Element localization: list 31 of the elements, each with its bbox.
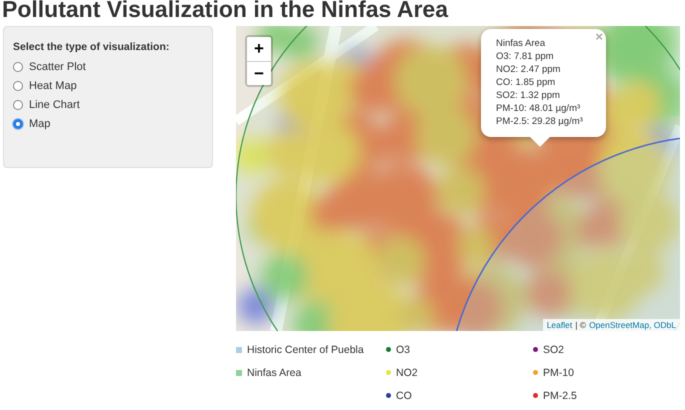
radio-label[interactable]: Heat Map xyxy=(29,80,77,92)
legend-label: Ninfas Area xyxy=(247,366,302,378)
popup-line: PM-2.5: 29.28 µg/m³ xyxy=(496,115,584,128)
radio-label[interactable]: Map xyxy=(29,118,50,130)
radio-button[interactable] xyxy=(13,62,23,72)
zoom-in-button[interactable]: + xyxy=(247,37,271,61)
page-title: Pollutant Visualization in the Ninfas Area xyxy=(1,0,450,24)
map-view[interactable]: + − × Ninfas Area O3: 7.81 ppm NO2: 2.47 ppm CO: 1.85 ppm SO2: 1.32 ppm PM-10: 48.01 µg/m³ PM-2.5: 29.28 µg/m³ Leaflet | © OpenStreetMap, ODbL xyxy=(236,26,680,331)
legend-label: Historic Center of Puebla xyxy=(247,344,364,356)
attribution-link[interactable]: Leaflet xyxy=(546,320,572,330)
radio-button[interactable] xyxy=(13,80,23,90)
legend-label: SO2 xyxy=(543,344,564,356)
radio-group-label: Select the type of visualization: xyxy=(13,41,170,53)
popup-line: O3: 7.81 ppm xyxy=(496,50,555,63)
popup-line: SO2: 1.32 ppm xyxy=(496,89,561,102)
popup-line: CO: 1.85 ppm xyxy=(496,76,556,89)
radio-button[interactable] xyxy=(13,100,23,110)
popup-line: NO2: 2.47 ppm xyxy=(496,63,562,76)
legend-label: NO2 xyxy=(396,366,418,378)
popup-title: Ninfas Area xyxy=(496,37,546,50)
legend-label: PM-2.5 xyxy=(543,390,577,402)
legend-label: CO xyxy=(396,390,412,402)
legend-label: PM-10 xyxy=(543,366,574,378)
radio-label[interactable]: Scatter Plot xyxy=(29,60,86,72)
legend-label: O3 xyxy=(396,344,410,356)
radio-button[interactable] xyxy=(13,118,23,128)
attribution-text: | © xyxy=(575,320,586,330)
zoom-out-button[interactable]: − xyxy=(247,61,271,85)
popup-line: PM-10: 48.01 µg/m³ xyxy=(496,102,582,115)
radio-label[interactable]: Line Chart xyxy=(29,98,80,110)
attribution-link[interactable]: OpenStreetMap, ODbL xyxy=(589,320,676,330)
